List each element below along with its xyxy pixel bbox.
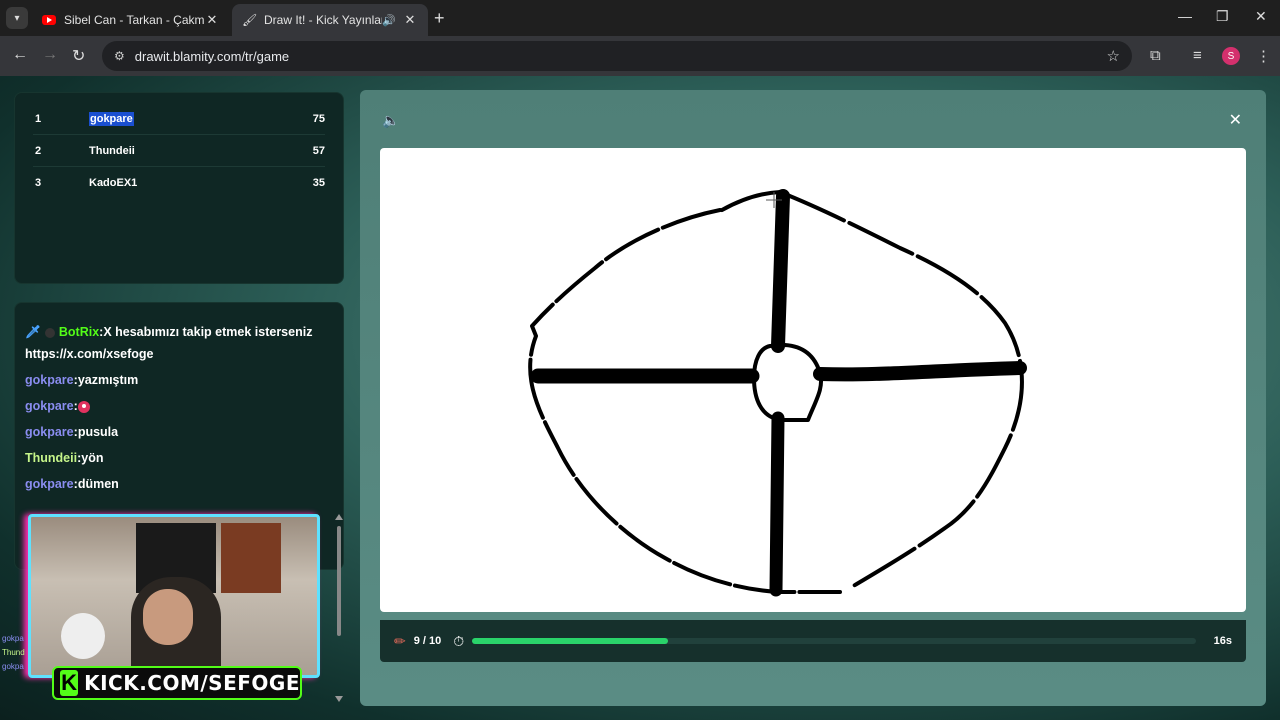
profile-avatar[interactable]: S [1222, 47, 1240, 65]
browser-toolbar: ← → ↻ ⚙ drawit.blamity.com/tr/game ☆ ⧉ ≡… [0, 36, 1280, 76]
close-icon[interactable]: ✕ [402, 12, 418, 28]
pencil-icon: ✏ [394, 632, 406, 649]
drawing-canvas[interactable] [380, 148, 1246, 612]
time-progress-fill [472, 638, 668, 644]
sword-badge-icon: 🗡 [25, 325, 41, 339]
tab-title: Sibel Can - Tarkan - Çakmak Ça [64, 13, 204, 27]
chat-username[interactable]: gokpare [25, 477, 74, 491]
speaker-icon[interactable]: 🔊 [382, 14, 396, 27]
kick-banner: K KICK.COM/SEFOGE [52, 666, 302, 700]
rank: 2 [35, 144, 42, 157]
tab-strip: ▾ Sibel Can - Tarkan - Çakmak Ça ✕ 🖌 Dra… [0, 0, 1280, 36]
player-name: gokpare [89, 111, 295, 126]
chat-message: gokpare:pusula [25, 425, 119, 439]
score: 75 [312, 112, 325, 125]
chat-username[interactable]: Thundeii [25, 451, 77, 465]
score: 57 [312, 144, 325, 157]
chat-message: gokpare: [25, 395, 333, 417]
url-text: drawit.blamity.com/tr/game [134, 48, 290, 64]
game-page: 1 gokpare 75 2 Thundeii 57 3 KadoEX1 35 … [0, 76, 1280, 720]
overlay-chat-user: gokpa [2, 662, 24, 671]
shield-badge-icon [44, 327, 55, 338]
game-panel: 🔈 ✕ ✏ 9 / 10 ⏱ 16s [360, 90, 1266, 706]
drawing [528, 189, 1027, 597]
leaderboard-row: 2 Thundeii 57 [33, 135, 325, 167]
chat-message: gokpare:dümen [25, 477, 119, 491]
kick-channel-text: KICK.COM/SEFOGE [84, 671, 300, 695]
game-status-bar: ✏ 9 / 10 ⏱ 16s [380, 620, 1246, 662]
rank: 1 [35, 112, 42, 125]
drawit-icon: 🖌 [242, 13, 258, 27]
player-name: KadoEX1 [89, 177, 138, 189]
chat-message: 🗡 BotRix:X hesabımızı takip etmek isterse… [25, 325, 313, 361]
restore-icon[interactable]: ❐ [1216, 8, 1229, 25]
heart-emote-icon [77, 400, 90, 413]
chat-username[interactable]: gokpare [25, 399, 74, 413]
chat-username[interactable]: BotRix [59, 325, 99, 339]
leaderboard: 1 gokpare 75 2 Thundeii 57 3 KadoEX1 35 [14, 92, 344, 284]
chat-message: gokpare:yazmıştım [25, 373, 139, 387]
chat-scrollbar[interactable] [334, 514, 344, 704]
address-bar[interactable]: ⚙ drawit.blamity.com/tr/game ☆ [102, 41, 1132, 71]
player-name: Thundeii [89, 144, 135, 157]
chat-text: yön [81, 451, 104, 465]
youtube-icon [42, 15, 56, 25]
close-game-icon[interactable]: ✕ [1229, 110, 1242, 130]
time-left: 16s [1213, 635, 1232, 647]
menu-icon[interactable]: ⋮ [1256, 47, 1271, 65]
score: 35 [312, 177, 325, 189]
chat-username[interactable]: gokpare [25, 425, 74, 439]
forward-icon[interactable]: → [42, 46, 58, 64]
kick-logo-icon: K [60, 670, 79, 696]
minimize-icon[interactable]: — [1178, 8, 1192, 24]
window-close-icon[interactable]: ✕ [1255, 8, 1267, 25]
chat-text: yazmıştım [77, 373, 139, 387]
site-info-icon[interactable]: ⚙ [114, 49, 125, 63]
rank: 3 [35, 177, 42, 189]
bookmark-star-icon[interactable]: ☆ [1107, 47, 1120, 65]
overlay-chat-user: Thund [2, 648, 25, 657]
tab-title: Draw It! - Kick Yayınları İçin [264, 13, 382, 27]
new-tab-button[interactable]: + [434, 8, 445, 29]
webcam-overlay [28, 514, 320, 678]
leaderboard-row: 3 KadoEX1 35 [33, 167, 325, 199]
stopwatch-icon: ⏱ [453, 632, 465, 649]
close-icon[interactable]: ✕ [204, 12, 220, 28]
teddy-bear [61, 613, 105, 659]
overlay-chat-user: gokpa [2, 634, 24, 643]
overlay-chat: gokpa Thund gokpa [2, 632, 25, 674]
back-icon[interactable]: ← [12, 46, 28, 64]
tab-drawit[interactable]: 🖌 Draw It! - Kick Yayınları İçin 🔊 ✕ [232, 4, 428, 36]
reload-icon[interactable]: ↻ [72, 46, 85, 66]
extensions-icon[interactable]: ⧉ [1150, 47, 1161, 64]
tab-youtube[interactable]: Sibel Can - Tarkan - Çakmak Ça ✕ [32, 4, 230, 36]
chat-text: dümen [77, 477, 119, 491]
chat-text: pusula [77, 425, 119, 439]
sound-toggle-icon[interactable]: 🔈 [382, 112, 399, 129]
wall-rug [221, 523, 281, 593]
leaderboard-row: 1 gokpare 75 [33, 103, 325, 135]
time-progress-bar [472, 638, 1197, 644]
streamer-face [143, 589, 193, 645]
chat-username[interactable]: gokpare [25, 373, 74, 387]
player-name-selected: gokpare [89, 111, 134, 126]
chat-message: Thundeii:yön [25, 451, 104, 465]
round-counter: 9 / 10 [413, 635, 442, 647]
media-control-icon[interactable]: ≡ [1193, 47, 1202, 64]
tab-search-button[interactable]: ▾ [6, 7, 28, 29]
